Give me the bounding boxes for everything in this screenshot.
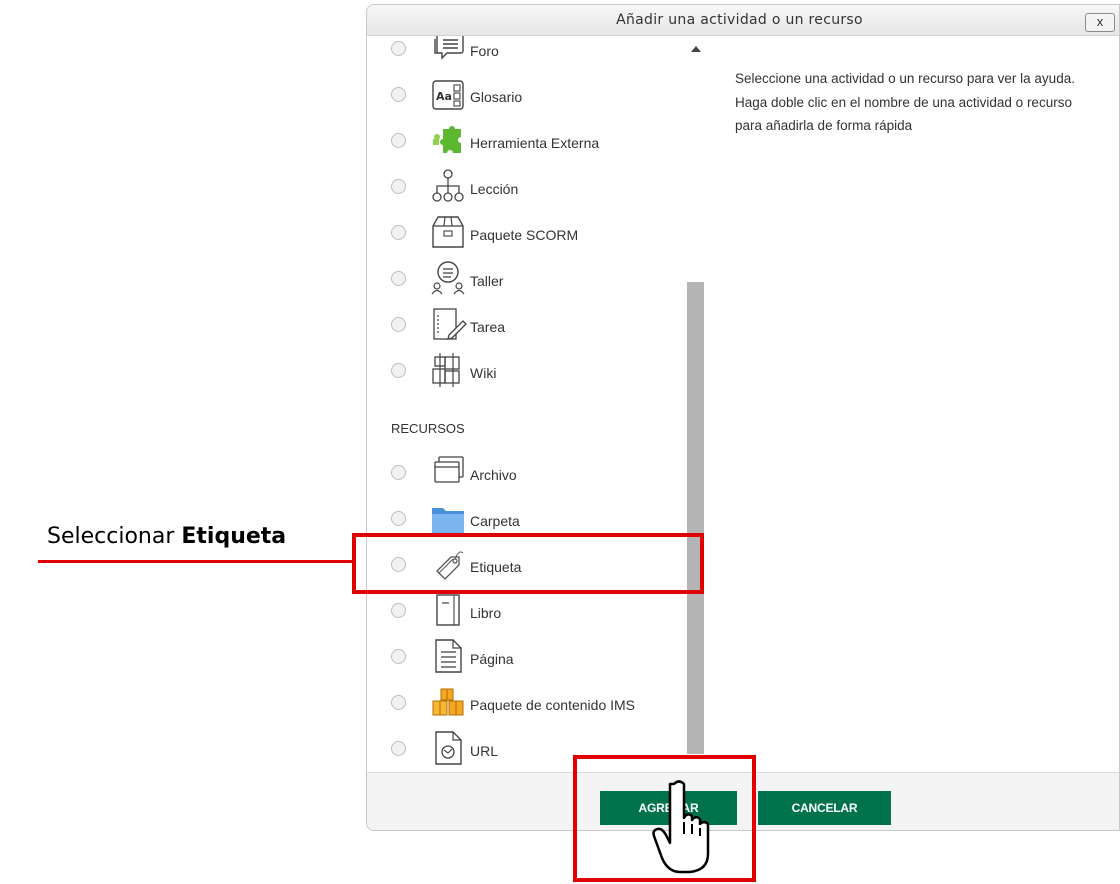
radio-button[interactable] <box>391 603 406 618</box>
list-item-libro[interactable]: Libro <box>391 589 689 635</box>
lesson-icon <box>429 167 467 205</box>
radio-button[interactable] <box>391 317 406 332</box>
scroll-thumb[interactable] <box>687 282 704 754</box>
list-item-archivo[interactable]: Archivo <box>391 451 689 497</box>
list-item-label: Foro <box>470 43 499 59</box>
annotation-pointer-line <box>38 560 353 563</box>
list-item-pagina[interactable]: Página <box>391 635 689 681</box>
add-activity-dialog: Añadir una actividad o un recurso x Foro… <box>366 4 1120 831</box>
svg-text:Aa: Aa <box>436 90 452 103</box>
list-item-label: Lección <box>470 181 519 197</box>
radio-button[interactable] <box>391 133 406 148</box>
radio-button[interactable] <box>391 87 406 102</box>
cancel-button[interactable]: CANCELAR <box>758 791 891 825</box>
radio-button[interactable] <box>391 179 406 194</box>
list-item-label: Archivo <box>470 467 517 483</box>
list-item-label: Glosario <box>470 89 523 105</box>
radio-button[interactable] <box>391 41 406 56</box>
list-item-paquete-ims[interactable]: Paquete de contenido IMS <box>391 681 689 727</box>
list-item-label: Wiki <box>470 365 497 381</box>
workshop-icon <box>429 259 467 297</box>
folder-icon <box>429 499 467 537</box>
list-item-label: Libro <box>470 605 502 621</box>
list-item-label: Paquete de contenido IMS <box>470 697 636 713</box>
annotation-text: Seleccionar Etiqueta <box>47 524 286 549</box>
help-text: Seleccione una actividad o un recurso pa… <box>735 71 1075 133</box>
radio-button[interactable] <box>391 511 406 526</box>
list-item-wiki[interactable]: Wiki <box>391 349 689 395</box>
radio-button[interactable] <box>391 363 406 378</box>
close-button[interactable]: x <box>1085 13 1115 32</box>
list-item-tarea[interactable]: Tarea <box>391 303 689 349</box>
puzzle-icon <box>429 121 467 159</box>
activity-list: Foro Aa Glosario Herramienta Externa Lec… <box>367 36 689 772</box>
annotation-text-prefix: Seleccionar <box>47 524 182 549</box>
list-item-label: Herramienta Externa <box>470 135 600 151</box>
book-icon <box>429 591 467 629</box>
radio-button[interactable] <box>391 271 406 286</box>
assignment-icon <box>429 305 467 343</box>
resources-heading: RECURSOS <box>391 421 465 436</box>
url-icon <box>429 729 467 767</box>
scorm-package-icon <box>429 213 467 251</box>
highlight-box-etiqueta <box>352 533 704 594</box>
list-item-label: URL <box>470 743 499 759</box>
forum-icon <box>429 36 467 67</box>
list-item-taller[interactable]: Taller <box>391 257 689 303</box>
ims-package-icon <box>429 683 467 721</box>
dialog-title: Añadir una actividad o un recurso <box>616 12 863 28</box>
list-item-label: Página <box>470 651 514 667</box>
scroll-up-arrow-icon[interactable] <box>691 46 701 52</box>
radio-button[interactable] <box>391 695 406 710</box>
list-item-paquete-scorm[interactable]: Paquete SCORM <box>391 211 689 257</box>
list-item-label: Carpeta <box>470 513 520 529</box>
radio-button[interactable] <box>391 741 406 756</box>
list-item-label: Tarea <box>470 319 506 335</box>
page-icon <box>429 637 467 675</box>
list-item-label: Taller <box>470 273 504 289</box>
hand-cursor-icon <box>652 778 716 874</box>
radio-button[interactable] <box>391 465 406 480</box>
list-item-foro[interactable]: Foro <box>391 36 689 73</box>
wiki-icon <box>429 351 467 389</box>
file-icon <box>429 453 467 491</box>
annotation-text-bold: Etiqueta <box>181 524 287 549</box>
dialog-titlebar: Añadir una actividad o un recurso x <box>367 5 1119 36</box>
radio-button[interactable] <box>391 225 406 240</box>
list-item-leccion[interactable]: Lección <box>391 165 689 211</box>
radio-button[interactable] <box>391 649 406 664</box>
glossary-icon: Aa <box>429 75 467 113</box>
list-item-glosario[interactable]: Aa Glosario <box>391 73 689 119</box>
list-item-herramienta-externa[interactable]: Herramienta Externa <box>391 119 689 165</box>
list-item-label: Paquete SCORM <box>470 227 579 243</box>
list-scrollbar[interactable] <box>685 36 706 772</box>
